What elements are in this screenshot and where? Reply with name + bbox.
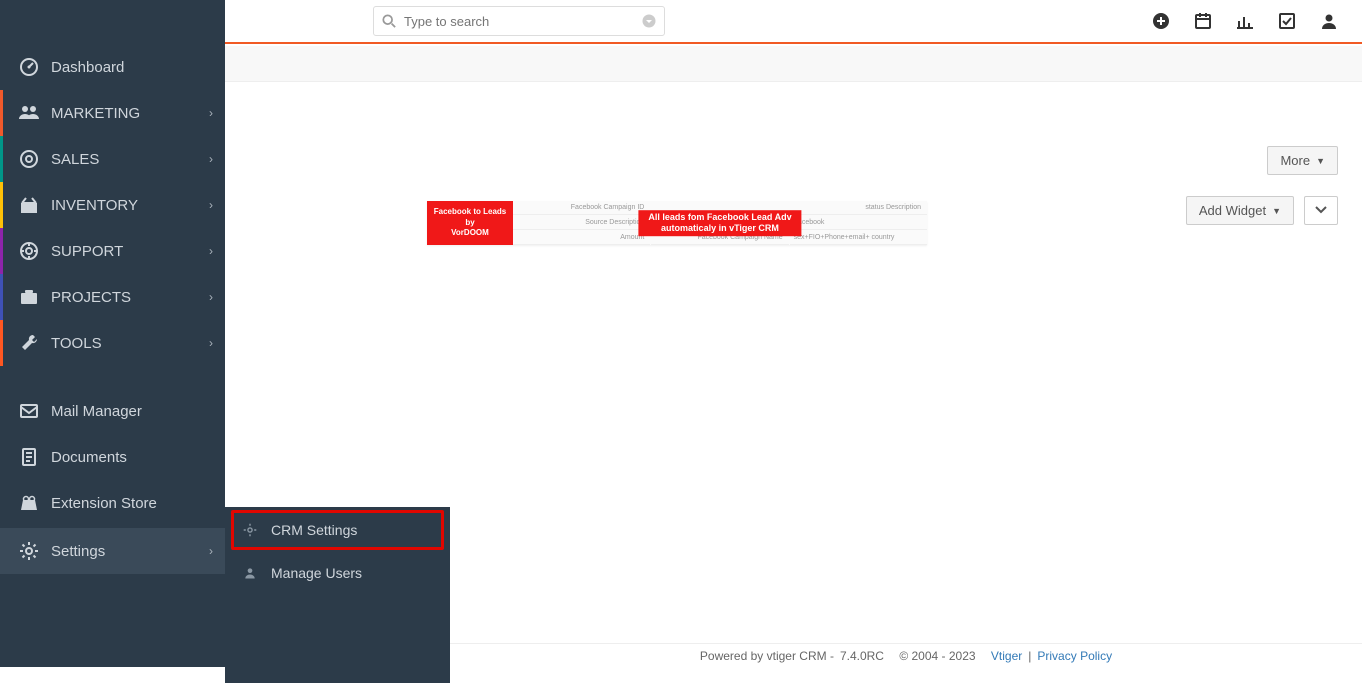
- submenu-label: CRM Settings: [271, 522, 357, 538]
- more-button[interactable]: More ▼: [1267, 146, 1338, 175]
- submenu-item-manage-users[interactable]: Manage Users: [225, 553, 450, 593]
- chevron-right-icon: ›: [209, 106, 213, 120]
- chevron-right-icon: ›: [209, 336, 213, 350]
- sidebar-item-documents[interactable]: Documents: [0, 434, 225, 480]
- sidebar-item-extension-store[interactable]: Extension Store: [0, 480, 225, 526]
- chevron-right-icon: ›: [209, 152, 213, 166]
- sidebar-item-projects[interactable]: PROJECTS ›: [0, 274, 225, 320]
- footer: Powered by vtiger CRM - 7.4.0RC © 2004 -…: [450, 643, 1362, 667]
- bf-campaign-id: Facebook Campaign ID: [513, 201, 650, 215]
- bf-source: Source Description: [513, 216, 650, 230]
- mail-icon: [17, 401, 41, 421]
- footer-prefix: Powered by vtiger CRM -: [700, 649, 834, 663]
- footer-sep: |: [1028, 649, 1031, 663]
- search-icon: [382, 14, 396, 28]
- sidebar-label: Dashboard: [51, 59, 211, 76]
- chevron-right-icon: ›: [209, 198, 213, 212]
- sidebar-item-marketing[interactable]: MARKETING ›: [0, 90, 225, 136]
- sidebar: Dashboard MARKETING › SALES › INVENTORY …: [0, 0, 225, 667]
- bf-amount: Amount: [513, 231, 650, 245]
- footer-copyright: © 2004 - 2023: [899, 649, 975, 663]
- sidebar-item-tools[interactable]: TOOLS ›: [0, 320, 225, 366]
- sales-icon: [17, 149, 41, 169]
- search-dropdown-icon[interactable]: [642, 14, 656, 28]
- settings-submenu: CRM Settings Manage Users: [225, 507, 450, 683]
- submenu-item-crm-settings[interactable]: CRM Settings: [231, 510, 444, 550]
- dashboard-icon: [17, 57, 41, 77]
- add-icon[interactable]: [1152, 12, 1170, 30]
- sidebar-label: SALES: [51, 151, 211, 168]
- sidebar-label: Mail Manager: [51, 403, 211, 420]
- sidebar-label: PROJECTS: [51, 289, 211, 306]
- sidebar-label: INVENTORY: [51, 197, 211, 214]
- banner-l3: VorDOOM: [427, 228, 513, 238]
- sidebar-item-settings[interactable]: Settings ›: [0, 528, 225, 574]
- sidebar-item-sales[interactable]: SALES ›: [0, 136, 225, 182]
- tools-icon: [17, 333, 41, 353]
- projects-icon: [17, 287, 41, 307]
- sidebar-label: MARKETING: [51, 105, 211, 122]
- reports-icon[interactable]: [1236, 12, 1254, 30]
- caret-down-icon: ▼: [1316, 156, 1325, 166]
- chevron-right-icon: ›: [209, 244, 213, 258]
- more-label: More: [1280, 153, 1310, 168]
- banner-headline: All leads fom Facebook Lead Adv automati…: [638, 210, 801, 236]
- support-icon: [17, 241, 41, 261]
- gear-icon: [17, 541, 41, 561]
- bf-leadsrc-val: Facebook: [790, 216, 927, 230]
- user-icon[interactable]: [1320, 12, 1338, 30]
- sidebar-label: TOOLS: [51, 335, 211, 352]
- sidebar-item-mail-manager[interactable]: Mail Manager: [0, 388, 225, 434]
- add-widget-button[interactable]: Add Widget ▼: [1186, 196, 1294, 225]
- chevron-right-icon: ›: [209, 544, 213, 558]
- bf-camp-val: sex+FIO+Phone+email+ country: [790, 231, 927, 245]
- sidebar-label: Settings: [51, 543, 211, 560]
- banner-logo: Facebook to Leads by VorDOOM: [427, 201, 513, 245]
- global-search[interactable]: [373, 6, 665, 36]
- store-icon: [17, 493, 41, 513]
- promo-banner: Facebook to Leads by VorDOOM Facebook Ca…: [427, 201, 927, 245]
- submenu-label: Manage Users: [271, 565, 362, 581]
- documents-icon: [17, 447, 41, 467]
- marketing-icon: [17, 103, 41, 123]
- calendar-icon[interactable]: [1194, 12, 1212, 30]
- sidebar-item-inventory[interactable]: INVENTORY ›: [0, 182, 225, 228]
- chevron-right-icon: ›: [209, 290, 213, 304]
- sidebar-label: SUPPORT: [51, 243, 211, 260]
- add-widget-label: Add Widget: [1199, 203, 1266, 218]
- sidebar-item-dashboard[interactable]: Dashboard: [0, 44, 225, 90]
- sidebar-label: Documents: [51, 449, 211, 466]
- sidebar-item-support[interactable]: SUPPORT ›: [0, 228, 225, 274]
- user-icon: [243, 566, 261, 580]
- expand-button[interactable]: [1304, 196, 1338, 225]
- inventory-icon: [17, 195, 41, 215]
- sidebar-label: Extension Store: [51, 495, 211, 512]
- caret-down-icon: ▼: [1272, 206, 1281, 216]
- footer-vtiger-link[interactable]: Vtiger: [991, 649, 1022, 663]
- search-input[interactable]: [404, 14, 642, 29]
- footer-version: 7.4.0RC: [840, 649, 884, 663]
- footer-privacy-link[interactable]: Privacy Policy: [1037, 649, 1112, 663]
- gear-icon: [243, 523, 261, 537]
- bf-status: status Description: [790, 201, 927, 215]
- banner-l1: Facebook to Leads: [427, 207, 513, 217]
- tasks-icon[interactable]: [1278, 12, 1296, 30]
- banner-l2: by: [427, 218, 513, 228]
